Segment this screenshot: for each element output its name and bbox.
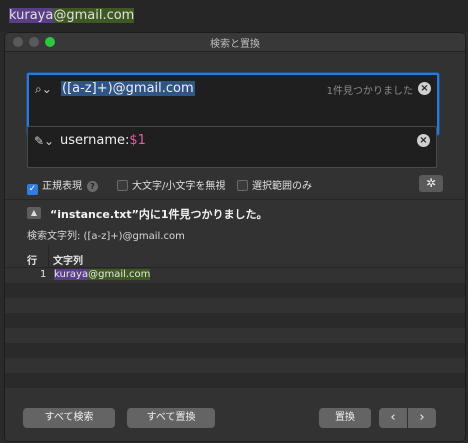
replace-field[interactable]: ✎⌄ username:$1 × bbox=[27, 126, 437, 168]
clear-replace-icon[interactable]: × bbox=[417, 134, 430, 147]
found-count: 1件見つかりました bbox=[326, 86, 413, 97]
options-row: ✓ 正規表現? 大文字/小文字を無視 選択範囲のみ bbox=[27, 177, 447, 195]
replace-text[interactable]: username:$1 bbox=[60, 133, 146, 148]
column-header-line[interactable]: 行 bbox=[27, 252, 37, 267]
column-header-string[interactable]: 文字列 bbox=[53, 252, 83, 267]
empty-row bbox=[5, 358, 465, 373]
empty-row bbox=[5, 343, 465, 358]
selection-only-option[interactable]: 選択範囲のみ bbox=[237, 177, 312, 192]
ignore-case-option[interactable]: 大文字/小文字を無視 bbox=[117, 177, 225, 192]
row-line-number: 1 bbox=[40, 269, 47, 280]
chevron-up-icon: ▲ bbox=[30, 208, 38, 217]
next-match-button[interactable]: › bbox=[408, 408, 436, 428]
gear-icon: ✲ bbox=[425, 176, 437, 190]
regex-option[interactable]: ✓ 正規表現? bbox=[27, 177, 98, 195]
empty-row bbox=[5, 313, 465, 328]
row-string: kuraya@gmail.com bbox=[54, 269, 151, 280]
empty-row bbox=[5, 283, 465, 298]
search-options-icon[interactable]: ⌕⌄ bbox=[35, 82, 52, 97]
empty-row bbox=[5, 298, 465, 313]
editor-highlight-group: kuraya bbox=[9, 8, 54, 23]
title-bar: 検索と置換 bbox=[5, 33, 465, 52]
results-table: 行 文字列 1 kuraya@gmail.com bbox=[5, 245, 465, 405]
empty-row bbox=[5, 373, 465, 388]
regex-label: 正規表現 bbox=[42, 181, 82, 192]
settings-gear-button[interactable]: ✲ bbox=[419, 175, 443, 192]
editor-line: kuraya@gmail.com bbox=[9, 8, 135, 23]
ignore-case-checkbox[interactable] bbox=[117, 180, 128, 191]
table-row[interactable]: 1 kuraya@gmail.com bbox=[5, 268, 465, 283]
selection-only-label: 選択範囲のみ bbox=[252, 181, 312, 192]
clear-search-icon[interactable]: × bbox=[418, 82, 431, 95]
replace-all-button[interactable]: すべて置換 bbox=[127, 408, 215, 428]
row-highlight-group: kuraya bbox=[54, 269, 89, 280]
replace-capture: $1 bbox=[129, 133, 146, 148]
window-title: 検索と置換 bbox=[210, 39, 260, 50]
find-all-button[interactable]: すべて検索 bbox=[23, 408, 115, 428]
divider bbox=[5, 199, 465, 200]
search-query[interactable]: ([a-z]+)@gmail.com bbox=[61, 81, 195, 96]
collapse-results-button[interactable]: ▲ bbox=[27, 207, 41, 219]
replace-button[interactable]: 置換 bbox=[319, 408, 371, 428]
replace-options-icon[interactable]: ✎⌄ bbox=[34, 134, 54, 148]
editor-highlight-match: @gmail.com bbox=[53, 8, 135, 23]
results-header: 行 文字列 bbox=[5, 245, 465, 268]
replace-prefix: username: bbox=[60, 133, 130, 148]
results-title: “instance.txt”内に1件見つかりました。 bbox=[50, 208, 268, 221]
editor-background: kuraya@gmail.com bbox=[0, 0, 468, 32]
previous-match-button[interactable]: ‹ bbox=[379, 408, 407, 428]
regex-checkbox[interactable]: ✓ bbox=[27, 184, 38, 195]
bottom-bar: すべて検索 すべて置換 置換 ‹ › bbox=[5, 401, 465, 441]
row-highlight-match: @gmail.com bbox=[88, 269, 151, 280]
regex-help-icon[interactable]: ? bbox=[87, 181, 98, 192]
empty-row bbox=[5, 328, 465, 343]
selection-only-checkbox[interactable] bbox=[237, 180, 248, 191]
find-replace-window: 検索と置換 ⌕⌄ ([a-z]+)@gmail.com 1件見つかりました × … bbox=[4, 32, 466, 442]
ignore-case-label: 大文字/小文字を無視 bbox=[132, 181, 226, 192]
column-separator bbox=[48, 245, 49, 267]
search-string-label: 検索文字列: ([a-z]+)@gmail.com bbox=[27, 231, 185, 242]
